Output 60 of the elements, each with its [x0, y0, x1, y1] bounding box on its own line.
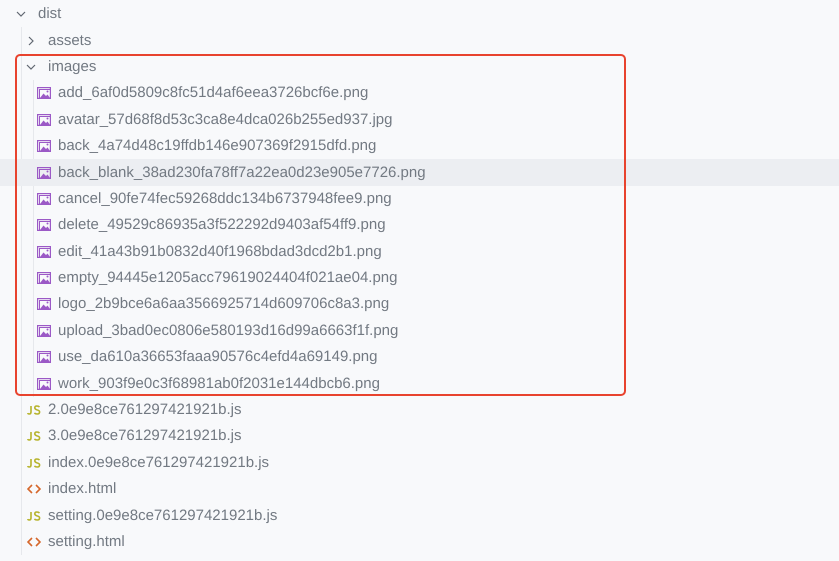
js-file-icon	[27, 458, 41, 468]
file-row[interactable]: setting.html	[0, 528, 839, 556]
file-name: upload_3bad0ec0806e580193d16d99a6663f1f.png	[58, 322, 398, 340]
file-name: cancel_90fe74fec59268ddc134b6737948fee9.png	[58, 190, 392, 208]
file-name: back_blank_38ad230fa78ff7a22ea0d23e905e7726.png	[58, 164, 426, 182]
file-name: 2.0e9e8ce761297421921b.js	[48, 401, 242, 420]
file-row[interactable]: logo_2b9bce6a6aa3566925714d609706c8a3.png	[0, 291, 839, 318]
js-file-icon	[27, 510, 41, 521]
image-file-icon	[37, 298, 51, 310]
chevron-right-icon[interactable]	[26, 36, 36, 46]
file-name: add_6af0d5809c8fc51d4af6eea3726bcf6e.png	[58, 84, 368, 102]
image-file-icon	[37, 192, 51, 205]
file-row[interactable]: back_blank_38ad230fa78ff7a22ea0d23e905e7726.png	[0, 159, 839, 186]
folder-name[interactable]: assets	[48, 32, 92, 50]
image-file-icon	[37, 378, 51, 390]
file-row[interactable]: edit_41a43b91b0832d40f1968bdad3dcd2b1.png	[0, 238, 839, 265]
file-name: delete_49529c86935a3f522292d9403af54ff9.png	[58, 216, 386, 234]
image-file-icon	[37, 351, 51, 364]
image-file-icon	[37, 166, 51, 179]
js-file-icon	[27, 405, 41, 416]
file-row[interactable]: delete_49529c86935a3f522292d9403af54ff9.png	[0, 212, 839, 239]
file-row[interactable]: setting.0e9e8ce761297421921b.js	[0, 502, 839, 529]
folder-name[interactable]: dist	[38, 5, 62, 24]
file-name: index.0e9e8ce761297421921b.js	[48, 454, 270, 472]
file-row[interactable]: upload_3bad0ec0806e580193d16d99a6663f1f.png	[0, 318, 839, 344]
chevron-down-icon[interactable]	[26, 62, 36, 72]
file-name: work_903f9e0c3f68981ab0f2031e144dbcb6.png	[58, 374, 380, 393]
image-file-icon	[37, 324, 51, 337]
js-file-icon	[27, 431, 41, 442]
chevron-down-icon[interactable]	[16, 9, 26, 20]
file-name: edit_41a43b91b0832d40f1968bdad3dcd2b1.png	[58, 242, 382, 261]
image-file-icon	[37, 140, 51, 152]
file-name: index.html	[48, 480, 116, 498]
file-row[interactable]: 3.0e9e8ce761297421921b.js	[0, 423, 839, 450]
image-file-icon	[37, 87, 51, 100]
image-file-icon	[37, 272, 51, 284]
file-row[interactable]: back_4a74d48c19ffdb146e907369f2915dfd.png	[0, 132, 839, 160]
file-name: empty_94445e1205acc79619024404f021ae04.png	[58, 269, 398, 288]
file-name: use_da610a36653faaa90576c4efd4a69149.png	[58, 348, 378, 366]
file-name: setting.html	[48, 533, 125, 551]
file-row[interactable]: cancel_90fe74fec59268ddc134b6737948fee9.png	[0, 186, 839, 212]
code-file-icon	[27, 483, 41, 496]
file-name: 3.0e9e8ce761297421921b.js	[48, 427, 242, 446]
file-name: back_4a74d48c19ffdb146e907369f2915dfd.png	[58, 137, 376, 156]
file-row[interactable]: use_da610a36653faaa90576c4efd4a69149.png	[0, 344, 839, 370]
file-row[interactable]: work_903f9e0c3f68981ab0f2031e144dbcb6.png	[0, 370, 839, 397]
file-row[interactable]: avatar_57d68f8d53c3ca8e4dca026b255ed937.jpg	[0, 106, 839, 133]
file-row[interactable]: add_6af0d5809c8fc51d4af6eea3726bcf6e.png	[0, 80, 839, 107]
folder-name[interactable]: images	[48, 58, 96, 76]
file-name: logo_2b9bce6a6aa3566925714d609706c8a3.png	[58, 295, 390, 314]
file-name: setting.0e9e8ce761297421921b.js	[48, 506, 278, 525]
file-row[interactable]: index.html	[0, 476, 839, 502]
image-file-icon	[37, 246, 51, 258]
image-file-icon	[37, 219, 51, 232]
file-row[interactable]: empty_94445e1205acc79619024404f021ae04.png	[0, 264, 839, 292]
file-name: avatar_57d68f8d53c3ca8e4dca026b255ed937.jpg	[58, 110, 392, 129]
file-row[interactable]: 2.0e9e8ce761297421921b.js	[0, 396, 839, 424]
image-file-icon	[37, 114, 51, 126]
file-row[interactable]: index.0e9e8ce761297421921b.js	[0, 450, 839, 476]
code-file-icon	[27, 536, 41, 548]
